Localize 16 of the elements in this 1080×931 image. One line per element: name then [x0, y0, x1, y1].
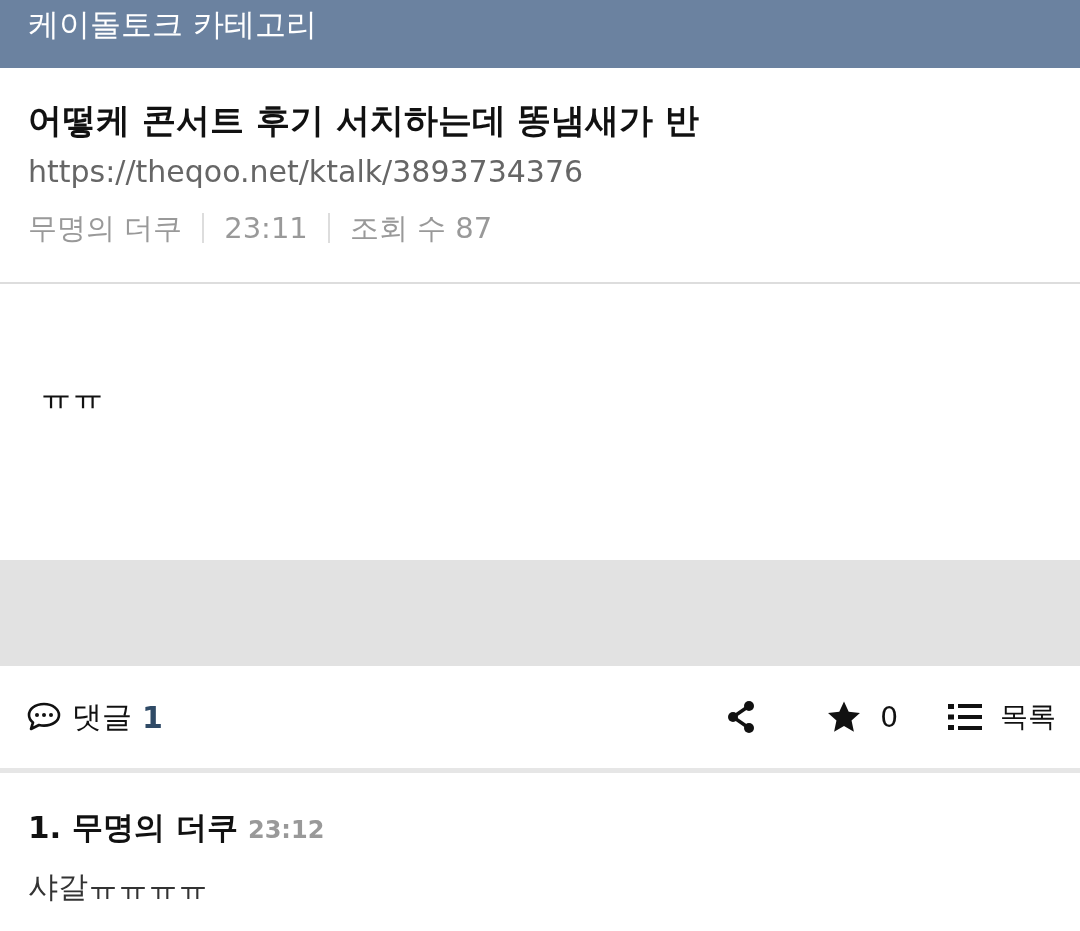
star-button[interactable]: 0	[826, 700, 898, 734]
share-icon[interactable]	[726, 700, 757, 734]
comments-button[interactable]: 댓글 1	[26, 696, 163, 738]
view-count: 조회 수 87	[349, 210, 493, 247]
speech-bubble-icon	[26, 701, 62, 733]
post-body: ㅠㅠ	[40, 376, 104, 414]
post-title: 어떻케 콘서트 후기 서치하는데 똥냄새가 반	[28, 99, 701, 142]
category-title[interactable]: 케이돌토크 카테고리	[28, 4, 317, 44]
list-icon	[948, 704, 982, 730]
comment-author: 1. 무명의 더쿠	[28, 808, 238, 847]
post-url[interactable]: https://theqoo.net/ktalk/3893734376	[28, 152, 1052, 192]
comment-time: 23:12	[247, 816, 325, 844]
list-button[interactable]: 목록	[948, 698, 1056, 736]
comment-text: 샤갈ㅠㅠㅠㅠ	[28, 868, 209, 906]
post-time: 23:11	[224, 210, 308, 247]
author-name: 무명의 더쿠	[28, 210, 183, 247]
